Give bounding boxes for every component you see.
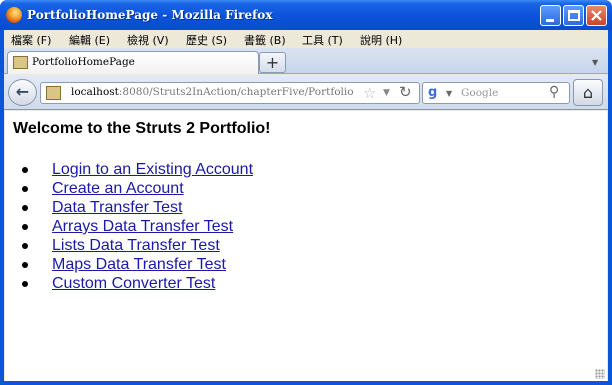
resize-grip-icon[interactable] xyxy=(595,369,605,379)
home-icon: ⌂ xyxy=(582,83,594,102)
reload-icon[interactable]: ↻ xyxy=(399,83,412,101)
page-content: Welcome to the Struts 2 Portfolio! Login… xyxy=(5,111,607,381)
page-heading: Welcome to the Struts 2 Portfolio! xyxy=(13,120,271,137)
custom-converter-test-link[interactable]: Custom Converter Test xyxy=(52,274,215,293)
search-icon[interactable]: ⚲ xyxy=(549,84,559,100)
home-button[interactable]: ⌂ xyxy=(573,79,603,106)
bullet-icon xyxy=(22,243,28,249)
minimize-button[interactable] xyxy=(540,5,561,26)
url-text[interactable]: localhost:8080/Struts2InAction/chapterFi… xyxy=(71,86,353,98)
bullet-icon xyxy=(22,281,28,287)
tab-portfolio-home[interactable]: PortfolioHomePage xyxy=(7,51,259,74)
url-host: localhost xyxy=(71,86,119,98)
bullet-icon xyxy=(22,167,28,173)
close-button[interactable] xyxy=(586,5,607,26)
lists-data-transfer-test-link[interactable]: Lists Data Transfer Test xyxy=(52,236,220,255)
url-history-dropdown-icon[interactable]: ▼ xyxy=(383,88,390,98)
arrays-data-transfer-test-link[interactable]: Arrays Data Transfer Test xyxy=(52,217,233,236)
url-bar[interactable]: localhost:8080/Struts2InAction/chapterFi… xyxy=(40,82,420,104)
menu-history[interactable]: 歷史 (S) xyxy=(186,32,227,48)
data-transfer-test-link[interactable]: Data Transfer Test xyxy=(52,198,182,217)
menu-file[interactable]: 檔案 (F) xyxy=(11,32,51,48)
maps-data-transfer-test-link[interactable]: Maps Data Transfer Test xyxy=(52,255,226,274)
tab-label: PortfolioHomePage xyxy=(32,56,135,68)
maximize-button[interactable] xyxy=(563,5,584,26)
menu-tools[interactable]: 工具 (T) xyxy=(302,32,343,48)
menu-bookmarks[interactable]: 書籤 (B) xyxy=(244,32,286,48)
firefox-logo-icon xyxy=(6,7,22,23)
bullet-icon xyxy=(22,186,28,192)
new-tab-button[interactable]: + xyxy=(259,52,286,73)
site-identity-icon[interactable] xyxy=(46,86,61,100)
tab-bar: PortfolioHomePage + ▼ xyxy=(4,48,608,74)
bullet-icon xyxy=(22,205,28,211)
url-path: :8080/Struts2InAction/chapterFive/Portfo… xyxy=(118,86,353,98)
menu-edit[interactable]: 編輯 (E) xyxy=(69,32,110,48)
menu-view[interactable]: 檢視 (V) xyxy=(127,32,169,48)
google-engine-icon[interactable]: g xyxy=(428,86,437,100)
maximize-icon xyxy=(568,10,580,21)
search-engine-dropdown-icon[interactable]: ▼ xyxy=(446,89,452,98)
minimize-icon xyxy=(546,19,554,22)
create-account-link[interactable]: Create an Account xyxy=(52,179,184,198)
client-area: 檔案 (F) 編輯 (E) 檢視 (V) 歷史 (S) 書籤 (B) 工具 (T… xyxy=(4,30,608,381)
browser-window: PortfolioHomePage - Mozilla Firefox 檔案 (… xyxy=(0,0,612,385)
login-link[interactable]: Login to an Existing Account xyxy=(52,160,253,179)
search-bar[interactable]: g ▼ Google ⚲ xyxy=(422,82,570,104)
navigation-toolbar: ← localhost:8080/Struts2InAction/chapter… xyxy=(4,75,608,110)
menu-help[interactable]: 說明 (H) xyxy=(360,32,402,48)
back-arrow-icon: ← xyxy=(15,82,30,101)
window-title: PortfolioHomePage - Mozilla Firefox xyxy=(27,8,273,22)
search-input[interactable]: Google xyxy=(461,87,498,99)
back-button[interactable]: ← xyxy=(8,79,37,106)
title-bar[interactable]: PortfolioHomePage - Mozilla Firefox xyxy=(0,0,612,30)
tab-list-icon[interactable]: ▼ xyxy=(592,58,598,67)
close-icon xyxy=(591,10,602,21)
bullet-icon xyxy=(22,262,28,268)
bookmark-star-icon[interactable]: ☆ xyxy=(363,84,376,102)
page-favicon-icon xyxy=(13,56,28,69)
bullet-icon xyxy=(22,224,28,230)
menu-bar: 檔案 (F) 編輯 (E) 檢視 (V) 歷史 (S) 書籤 (B) 工具 (T… xyxy=(4,30,608,48)
